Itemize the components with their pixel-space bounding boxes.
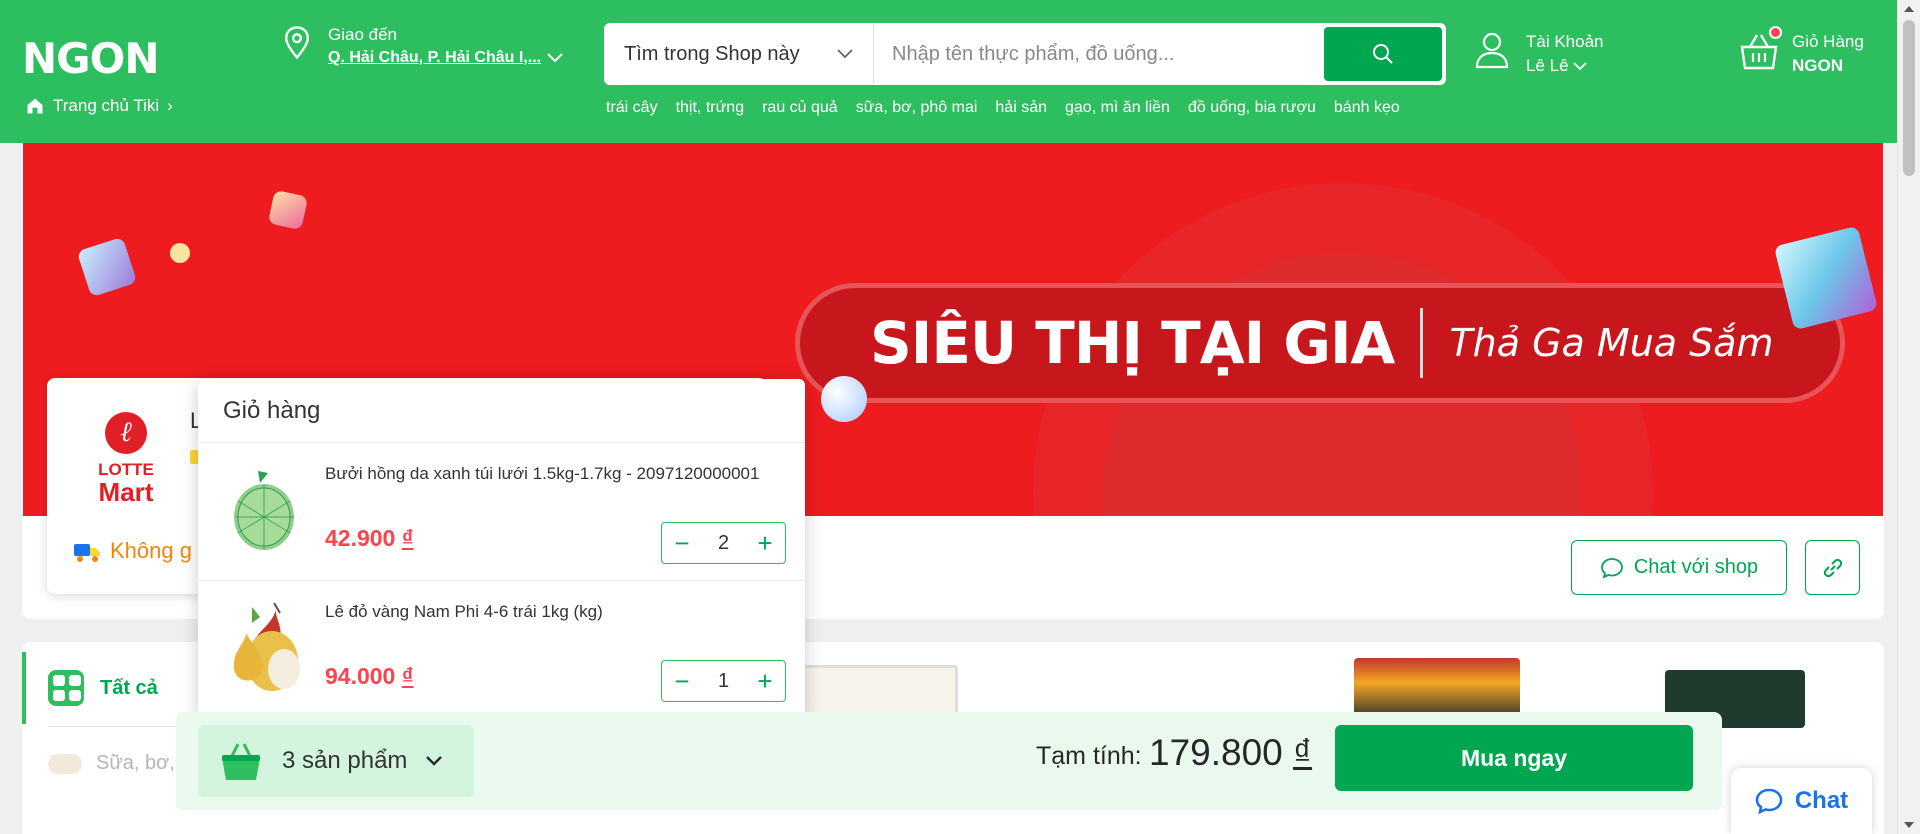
- category-item-label: Sữa, bơ,: [96, 752, 175, 774]
- basket-icon: [222, 743, 260, 780]
- minus-icon: −: [674, 527, 690, 558]
- buy-now-button[interactable]: Mua ngay: [1335, 725, 1693, 791]
- cart-item: Lê đỏ vàng Nam Phi 4-6 trái 1kg (kg) 94.…: [198, 581, 805, 719]
- home-link-label: Trang chủ Tiki: [53, 96, 160, 115]
- floating-chat-button[interactable]: Chat: [1731, 768, 1872, 834]
- minus-icon: −: [674, 665, 690, 696]
- search-scope-select[interactable]: Tìm trong Shop này: [606, 25, 874, 83]
- chevron-down-icon: [837, 49, 853, 59]
- currency-symbol: ₫: [1293, 732, 1313, 773]
- delivery-address-selector[interactable]: Giao đến Q. Hải Châu, P. Hải Châu I,...: [282, 25, 563, 67]
- page-scrollbar[interactable]: [1897, 0, 1920, 834]
- quantity-value[interactable]: 2: [702, 532, 745, 555]
- chat-with-shop-label: Chat với shop: [1633, 556, 1759, 578]
- decrease-quantity-button[interactable]: −: [662, 523, 702, 563]
- cart-item-name[interactable]: Lê đỏ vàng Nam Phi 4-6 trái 1kg (kg): [325, 601, 785, 623]
- user-icon: [1475, 32, 1509, 69]
- category-all[interactable]: Tất cả: [22, 652, 190, 724]
- banner-headline-pill: SIÊU THỊ TẠI GIA Thả Ga Mua Sắm: [795, 283, 1845, 403]
- banner-headline: SIÊU THỊ TẠI GIA: [870, 309, 1395, 377]
- chat-bubble-icon: [1600, 557, 1623, 579]
- cart-label: Giỏ Hàng: [1792, 32, 1864, 51]
- copy-link-button[interactable]: [1805, 540, 1860, 595]
- quick-link[interactable]: hải sản: [995, 99, 1047, 117]
- account-menu[interactable]: Tài Khoản Lê Lê: [1474, 30, 1604, 78]
- shipping-text: Không g: [110, 538, 192, 563]
- quantity-value[interactable]: 1: [702, 670, 745, 693]
- cart-store-name: NGON: [1792, 56, 1843, 75]
- search-scope-label: Tìm trong Shop này: [624, 42, 800, 65]
- quick-link[interactable]: trái cây: [606, 99, 658, 117]
- gift-box-decoration: [267, 189, 309, 231]
- site-header: NGON Trang chủ Tiki › Giao đến Q. Hải Ch…: [0, 0, 1920, 143]
- cart-item-count: 3 sản phẩm: [282, 747, 408, 774]
- truck-icon: [74, 544, 100, 562]
- dairy-icon: [48, 753, 82, 774]
- quick-link[interactable]: bánh kẹo: [1334, 99, 1400, 117]
- floating-chat-label: Chat: [1794, 787, 1849, 814]
- lotte-mart-logo: ℓ LOTTE Mart: [86, 412, 166, 505]
- chevron-down-icon: [1572, 61, 1587, 70]
- search-button[interactable]: [1324, 27, 1442, 81]
- pomelo-product-image[interactable]: [216, 461, 314, 559]
- product-thumbnail[interactable]: [1354, 658, 1520, 720]
- cart-item-price: 42.900: [325, 525, 402, 551]
- account-label: Tài Khoản: [1526, 32, 1604, 51]
- decrease-quantity-button[interactable]: −: [662, 661, 702, 701]
- cart-popup: Giỏ hàng Bưởi hồng da xanh túi lưới 1.5k…: [198, 379, 805, 719]
- cart-item: Bưởi hồng da xanh túi lưới 1.5kg-1.7kg -…: [198, 443, 805, 581]
- product-thumbnail[interactable]: [800, 665, 958, 715]
- cart-summary-bar: 3 sản phẩm Tạm tính: 179.800 ₫ Mua ngay: [176, 712, 1722, 810]
- increase-quantity-button[interactable]: +: [745, 523, 785, 563]
- increase-quantity-button[interactable]: +: [745, 661, 785, 701]
- search-icon: [1373, 44, 1393, 64]
- ball-decoration: [170, 243, 190, 263]
- subtotal-label: Tạm tính:: [1036, 742, 1142, 770]
- chevron-down-icon: [426, 756, 443, 766]
- quick-category-links: trái cây thịt, trứng rau củ quả sữa, bơ,…: [606, 99, 1400, 117]
- quick-link[interactable]: sữa, bơ, phô mai: [856, 99, 978, 117]
- currency-symbol: ₫: [401, 525, 414, 551]
- category-all-label: Tất cả: [100, 676, 158, 699]
- search-input[interactable]: [874, 25, 1324, 83]
- gift-box-decoration: [76, 236, 138, 298]
- plus-icon: +: [757, 527, 773, 558]
- chevron-down-icon: [547, 53, 563, 63]
- quick-link[interactable]: thịt, trứng: [676, 99, 745, 117]
- delivery-label: Giao đến: [328, 25, 397, 44]
- cart-item-count-toggle[interactable]: 3 sản phẩm: [198, 725, 474, 797]
- home-link[interactable]: Trang chủ Tiki ›: [25, 96, 173, 116]
- plus-icon: +: [757, 665, 773, 696]
- shipping-info: Không g: [72, 538, 192, 564]
- account-name: Lê Lê: [1526, 56, 1569, 75]
- location-pin-icon: [282, 25, 312, 67]
- link-icon: [1823, 558, 1842, 577]
- quantity-stepper: − 2 +: [661, 522, 786, 564]
- quick-link[interactable]: gạo, mì ăn liền: [1065, 99, 1170, 117]
- store-logo[interactable]: NGON: [22, 34, 159, 83]
- pear-product-image[interactable]: [216, 599, 314, 697]
- grid-icon: [48, 670, 84, 706]
- delivery-address[interactable]: Q. Hải Châu, P. Hải Châu I,...: [328, 49, 541, 67]
- cart-item-price: 94.000: [325, 663, 402, 689]
- cart-notification-dot: [1769, 26, 1782, 39]
- banner-slogan: Thả Ga Mua Sắm: [1449, 321, 1774, 365]
- subtotal-value: 179.800: [1149, 732, 1294, 773]
- currency-symbol: ₫: [401, 663, 414, 689]
- chat-bubble-icon: [1755, 788, 1783, 814]
- quick-link[interactable]: rau củ quả: [762, 99, 838, 117]
- scrollbar-thumb[interactable]: [1903, 20, 1915, 176]
- ball-decoration: [821, 376, 867, 422]
- category-item-dairy[interactable]: Sữa, bơ,: [48, 752, 175, 775]
- quantity-stepper: − 1 +: [661, 660, 786, 702]
- chat-with-shop-button[interactable]: Chat với shop: [1571, 540, 1787, 595]
- search-bar: Tìm trong Shop này: [604, 23, 1446, 85]
- header-cart[interactable]: Giỏ Hàng NGON: [1740, 26, 1864, 78]
- chevron-right-icon: ›: [167, 96, 173, 115]
- cart-item-name[interactable]: Bưởi hồng da xanh túi lưới 1.5kg-1.7kg -…: [325, 463, 785, 485]
- home-icon: [27, 98, 43, 114]
- cart-popup-title: Giỏ hàng: [198, 379, 805, 443]
- quick-link[interactable]: đồ uống, bia rượu: [1188, 99, 1316, 117]
